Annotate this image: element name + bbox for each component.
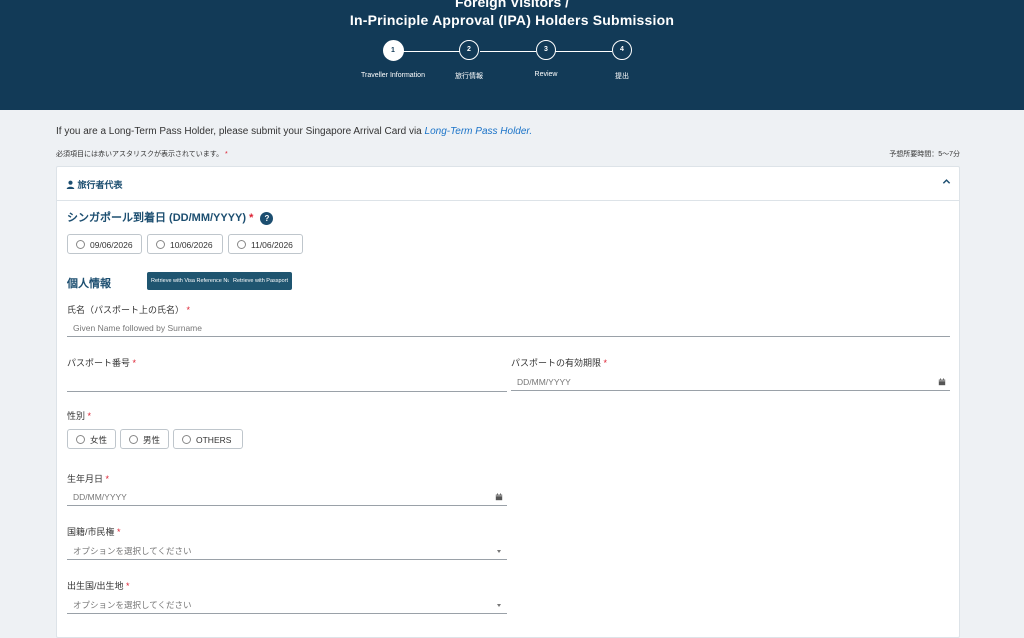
arrival-option-2[interactable]: 10/06/2026 bbox=[147, 234, 223, 254]
arrival-date-label: シンガポール到着日 (DD/MM/YYYY) bbox=[67, 212, 247, 224]
step-4-label: 提出 bbox=[615, 73, 629, 80]
header-banner: Foreign Visitors / In-Principle Approval… bbox=[0, 0, 1024, 110]
progress-stepper: 1 Traveller Information 2 旅行情報 3 Review … bbox=[0, 40, 1024, 90]
passport-number-required-asterisk: * bbox=[132, 358, 137, 368]
ltp-notice-text: If you are a Long-Term Pass Holder, plea… bbox=[56, 126, 425, 137]
step-2-number: 2 bbox=[459, 40, 479, 60]
nationality-label: 国籍/市民権 * bbox=[67, 525, 121, 538]
passport-expiry-required-asterisk: * bbox=[603, 358, 608, 368]
dob-placeholder: DD/MM/YYYY bbox=[73, 492, 127, 502]
gender-option-others[interactable]: OTHERS bbox=[173, 429, 243, 449]
radio-icon bbox=[76, 435, 85, 444]
required-note: 必須項目には赤いアスタリスクが表示されています。 * bbox=[56, 149, 228, 159]
arrival-date-heading: シンガポール到着日 (DD/MM/YYYY) * ? bbox=[67, 209, 274, 225]
radio-icon bbox=[156, 240, 165, 249]
time-estimate: 予想所要時間：5〜7分 bbox=[889, 151, 960, 158]
nationality-label-text: 国籍/市民権 bbox=[67, 527, 115, 537]
gender-option-female[interactable]: 女性 bbox=[67, 429, 116, 449]
gender-option-female-label: 女性 bbox=[90, 435, 108, 445]
info-icon[interactable]: ? bbox=[260, 211, 274, 225]
page-title-line2: In-Principle Approval (IPA) Holders Subm… bbox=[349, 12, 675, 28]
caret-down-icon bbox=[497, 550, 501, 553]
arrival-option-1[interactable]: 09/06/2026 bbox=[67, 234, 142, 254]
radio-icon bbox=[182, 435, 191, 444]
radio-icon bbox=[76, 240, 85, 249]
passport-number-label-text: パスポート番号 bbox=[67, 358, 131, 368]
step-4-number: 4 bbox=[612, 40, 632, 60]
radio-icon bbox=[237, 240, 246, 249]
name-label: 氏名（パスポート上の氏名） * bbox=[67, 303, 190, 316]
nationality-select[interactable]: オプションを選択してください bbox=[67, 542, 507, 560]
gender-required-asterisk: * bbox=[87, 411, 92, 421]
step-1-number: 1 bbox=[382, 40, 404, 61]
arrival-required-asterisk: * bbox=[249, 212, 254, 224]
ltp-notice: If you are a Long-Term Pass Holder, plea… bbox=[56, 126, 532, 137]
ltp-link[interactable]: Long-Term Pass Holder. bbox=[425, 126, 533, 137]
section-header[interactable]: 旅行者代表 bbox=[57, 167, 959, 201]
step-3-number: 3 bbox=[536, 40, 556, 60]
dob-label-text: 生年月日 bbox=[67, 474, 104, 484]
passport-number-label: パスポート番号 * bbox=[67, 356, 136, 369]
birthplace-select[interactable]: オプションを選択してください bbox=[67, 596, 507, 614]
birthplace-label-text: 出生国/出生地 bbox=[67, 581, 124, 591]
name-input[interactable]: Given Name followed by Surname bbox=[67, 319, 950, 337]
section-title-text: 旅行者代表 bbox=[77, 180, 123, 190]
nationality-placeholder: オプションを選択してください bbox=[73, 546, 192, 556]
caret-down-icon bbox=[497, 604, 501, 607]
passport-number-input[interactable] bbox=[67, 374, 507, 392]
calendar-icon[interactable] bbox=[495, 493, 503, 501]
name-label-text: 氏名（パスポート上の氏名） bbox=[67, 305, 185, 315]
page-title-line1: Foreign Visitors / bbox=[454, 0, 570, 10]
nationality-required-asterisk: * bbox=[117, 527, 121, 537]
passport-expiry-label: パスポートの有効期限 * bbox=[511, 356, 607, 369]
retrieve-passport-button[interactable]: Retrieve with Passport bbox=[229, 272, 292, 290]
required-note-text: 必須項目には赤いアスタリスクが表示されています。 bbox=[56, 151, 224, 158]
person-icon bbox=[66, 180, 75, 189]
arrival-option-3[interactable]: 11/06/2026 bbox=[228, 234, 303, 254]
traveller-card: 旅行者代表 シンガポール到着日 (DD/MM/YYYY) * ? 09/06/2… bbox=[56, 166, 960, 638]
section-title: 旅行者代表 bbox=[66, 178, 123, 191]
passport-expiry-input[interactable]: DD/MM/YYYY bbox=[511, 373, 950, 391]
personal-info-heading: 個人情報 bbox=[67, 278, 111, 290]
passport-expiry-placeholder: DD/MM/YYYY bbox=[517, 377, 571, 387]
arrival-option-3-label: 11/06/2026 bbox=[251, 240, 293, 250]
gender-label-text: 性別 bbox=[67, 411, 86, 421]
arrival-option-2-label: 10/06/2026 bbox=[170, 240, 213, 250]
name-required-asterisk: * bbox=[186, 305, 191, 315]
gender-option-male-label: 男性 bbox=[143, 435, 161, 445]
passport-expiry-label-text: パスポートの有効期限 bbox=[511, 358, 602, 368]
radio-icon bbox=[129, 435, 138, 444]
chevron-up-icon[interactable] bbox=[942, 177, 951, 186]
arrival-option-1-label: 09/06/2026 bbox=[90, 240, 133, 250]
gender-label: 性別 * bbox=[67, 409, 91, 422]
step-4: 4 提出 bbox=[572, 40, 672, 81]
calendar-icon[interactable] bbox=[938, 378, 946, 386]
birthplace-label: 出生国/出生地 * bbox=[67, 579, 130, 592]
birthplace-placeholder: オプションを選択してください bbox=[73, 600, 192, 610]
gender-option-others-label: OTHERS bbox=[196, 435, 232, 445]
dob-label: 生年月日 * bbox=[67, 472, 109, 485]
dob-input[interactable]: DD/MM/YYYY bbox=[67, 488, 507, 506]
dob-required-asterisk: * bbox=[105, 474, 110, 484]
birthplace-required-asterisk: * bbox=[126, 581, 130, 591]
required-asterisk: * bbox=[225, 151, 228, 158]
gender-option-male[interactable]: 男性 bbox=[120, 429, 169, 449]
